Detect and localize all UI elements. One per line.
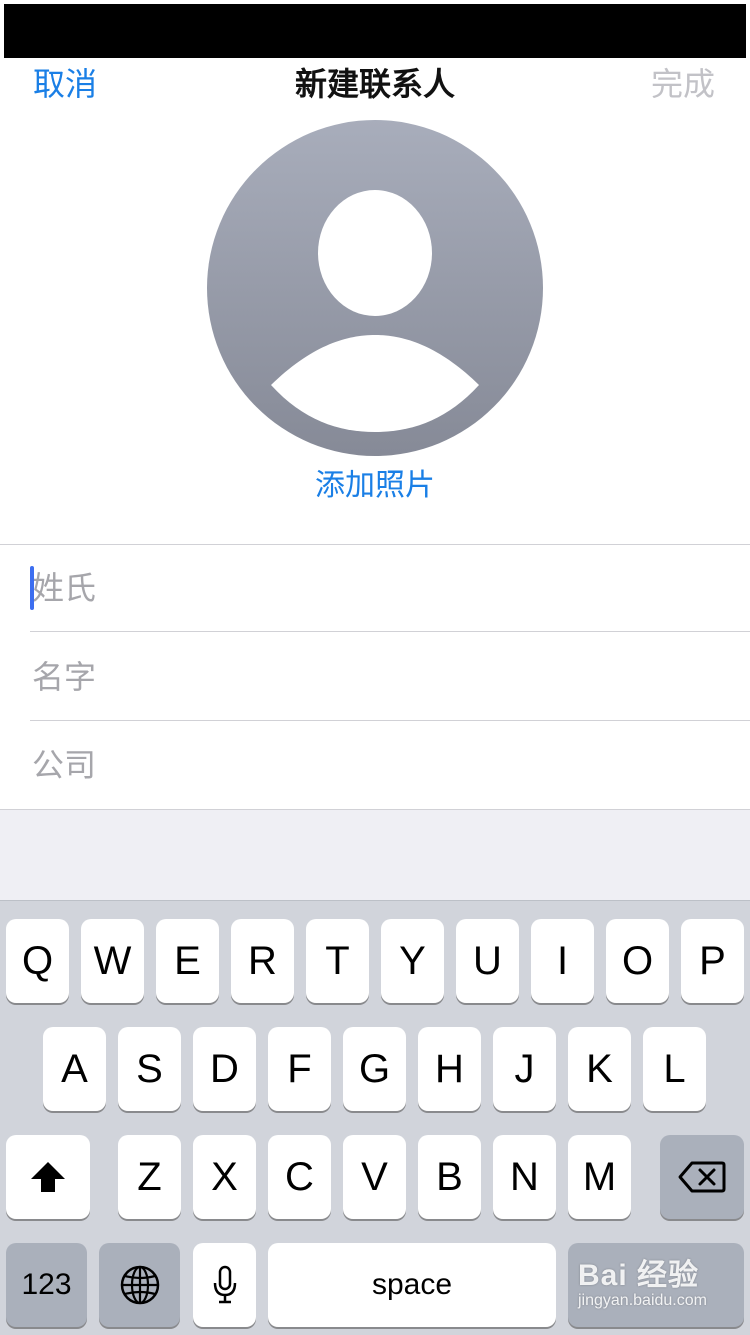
shift-icon (31, 1162, 65, 1192)
backspace-key[interactable] (660, 1135, 744, 1219)
status-bar (4, 4, 746, 58)
avatar-placeholder[interactable] (207, 120, 543, 456)
last-name-input[interactable] (30, 544, 732, 632)
key-s[interactable]: S (118, 1027, 181, 1111)
key-w[interactable]: W (81, 919, 144, 1003)
key-t[interactable]: T (306, 919, 369, 1003)
key-z[interactable]: Z (118, 1135, 181, 1219)
globe-icon (120, 1265, 159, 1305)
key-p[interactable]: P (681, 919, 744, 1003)
divider (30, 631, 750, 632)
key-m[interactable]: M (568, 1135, 631, 1219)
return-key[interactable] (568, 1243, 744, 1327)
key-h[interactable]: H (418, 1027, 481, 1111)
microphone-icon (213, 1265, 236, 1304)
key-r[interactable]: R (231, 919, 294, 1003)
key-l[interactable]: L (643, 1027, 706, 1111)
globe-key[interactable] (99, 1243, 180, 1327)
key-v[interactable]: V (343, 1135, 406, 1219)
page-title: 新建联系人 (294, 65, 455, 103)
keyboard: Q W E R T Y U I O P A S D F G H J K L Z … (0, 900, 750, 1335)
numbers-key[interactable]: 123 (6, 1243, 87, 1327)
add-photo-button[interactable]: 添加照片 (0, 466, 750, 506)
space-key[interactable]: space (268, 1243, 556, 1327)
navigation-bar: 取消 新建联系人 完成 (0, 58, 750, 114)
form-background (0, 810, 750, 900)
first-name-input[interactable] (30, 633, 732, 721)
microphone-key[interactable] (193, 1243, 256, 1327)
key-e[interactable]: E (156, 919, 219, 1003)
done-button[interactable]: 完成 (651, 64, 715, 104)
key-j[interactable]: J (493, 1027, 556, 1111)
text-cursor (30, 566, 34, 610)
key-i[interactable]: I (531, 919, 594, 1003)
backspace-icon (678, 1161, 726, 1193)
last-name-field[interactable] (30, 544, 750, 632)
key-x[interactable]: X (193, 1135, 256, 1219)
key-q[interactable]: Q (6, 919, 69, 1003)
person-icon (271, 190, 479, 432)
key-n[interactable]: N (493, 1135, 556, 1219)
company-field[interactable] (30, 721, 750, 809)
first-name-field[interactable] (30, 633, 750, 721)
key-f[interactable]: F (268, 1027, 331, 1111)
key-c[interactable]: C (268, 1135, 331, 1219)
key-a[interactable]: A (43, 1027, 106, 1111)
key-k[interactable]: K (568, 1027, 631, 1111)
key-u[interactable]: U (456, 919, 519, 1003)
key-y[interactable]: Y (381, 919, 444, 1003)
key-g[interactable]: G (343, 1027, 406, 1111)
key-d[interactable]: D (193, 1027, 256, 1111)
shift-key[interactable] (6, 1135, 90, 1219)
key-o[interactable]: O (606, 919, 669, 1003)
company-input[interactable] (30, 721, 732, 809)
key-b[interactable]: B (418, 1135, 481, 1219)
